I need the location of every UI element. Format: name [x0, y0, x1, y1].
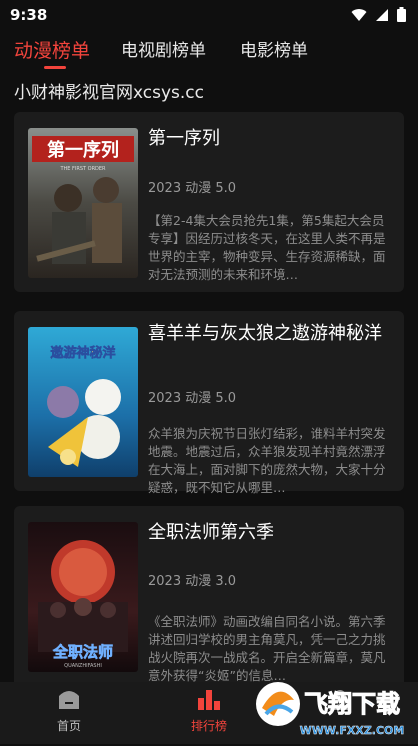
tab-movie-ranking[interactable]: 电影榜单 — [240, 36, 308, 61]
poster-title-text: 全职法师 — [52, 643, 113, 661]
poster-image: 遨游神秘洋 — [28, 327, 138, 477]
svg-text:QUANZHIFASHI: QUANZHIFASHI — [64, 663, 102, 669]
category-tabs: 动漫榜单 电视剧榜单 电影榜单 — [0, 36, 418, 72]
battery-icon — [397, 7, 406, 22]
status-time: 9:38 — [10, 6, 48, 24]
tab-tv-ranking[interactable]: 电视剧榜单 — [121, 36, 206, 61]
poster-title-text: 遨游神秘洋 — [50, 345, 115, 361]
item-meta: 2023 动漫 5.0 — [148, 391, 237, 406]
poster-image: 全职法师 QUANZHIFASHI — [28, 522, 138, 672]
svg-text:飞翔下载: 飞翔下载 — [304, 690, 400, 718]
svg-text:WWW.FXXZ.COM: WWW.FXXZ.COM — [300, 724, 405, 737]
list-item[interactable]: 第一序列 THE FIRST ORDER 第一序列 2023 动漫 5.0 【第… — [14, 112, 404, 292]
list-item[interactable]: 遨游神秘洋 喜羊羊与灰太狼之遨游神秘洋 2023 动漫 5.0 众羊狼为庆祝节日… — [14, 311, 404, 495]
item-description: 众羊狼为庆祝节日张灯结彩，谁料羊村突发地震。地震过后，众羊狼发现羊村竟然漂浮在大… — [148, 426, 386, 495]
nav-ranking[interactable]: 排行榜 — [169, 688, 249, 734]
status-icons — [351, 7, 406, 22]
poster-image: 第一序列 THE FIRST ORDER — [28, 128, 138, 278]
nav-ranking-label: 排行榜 — [190, 719, 227, 733]
item-title: 第一序列 — [148, 128, 220, 149]
active-tab-indicator — [44, 66, 66, 69]
site-banner-text: 小财神影视官网xcsys.cc — [14, 83, 204, 103]
item-meta: 2023 动漫 3.0 — [148, 574, 237, 589]
tab-anime-ranking[interactable]: 动漫榜单 — [14, 36, 90, 63]
item-title: 全职法师第六季 — [148, 522, 274, 543]
item-title: 喜羊羊与灰太狼之遨游神秘洋 — [148, 323, 382, 344]
signal-icon — [376, 8, 388, 21]
nav-home[interactable]: 首页 — [29, 688, 109, 734]
item-description: 【第2-4集大会员抢先1集，第5集起大会员专享】因经历过核冬天，在这里人类不再是… — [148, 213, 386, 282]
ranking-icon — [198, 690, 220, 710]
svg-text:THE FIRST ORDER: THE FIRST ORDER — [59, 166, 106, 172]
site-watermark-logo: 飞翔下载 WWW.FXXZ.COM — [252, 670, 412, 742]
poster-title-text: 第一序列 — [47, 139, 119, 161]
status-bar: 9:38 — [0, 0, 418, 30]
home-icon — [59, 691, 79, 709]
item-meta: 2023 动漫 5.0 — [148, 181, 237, 196]
wifi-icon — [351, 8, 367, 21]
nav-home-label: 首页 — [56, 719, 81, 733]
